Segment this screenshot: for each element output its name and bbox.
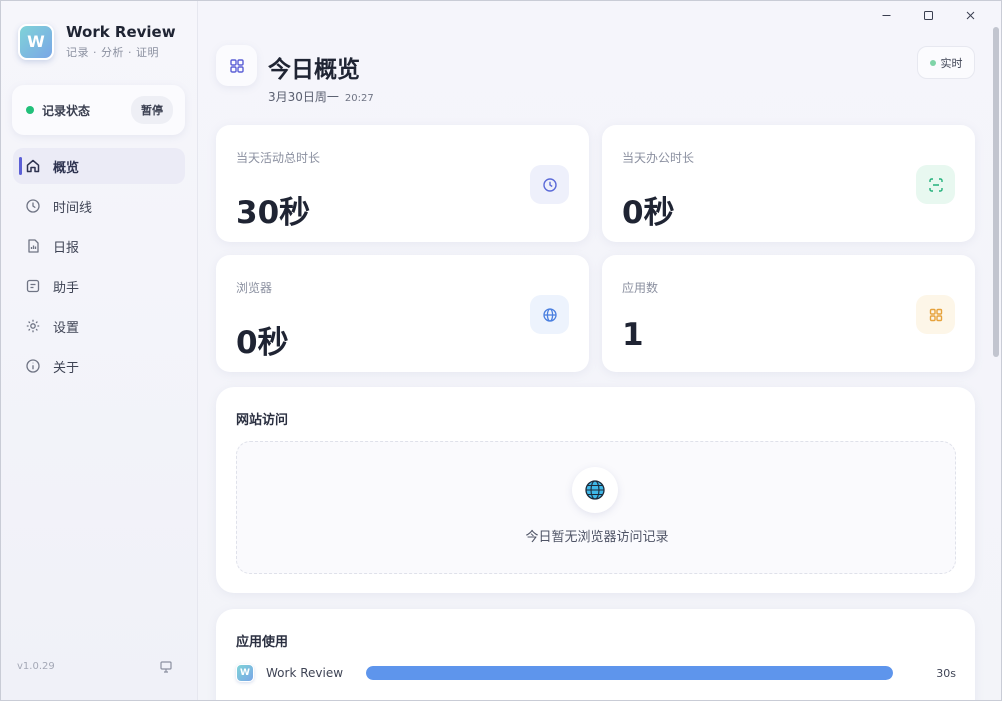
empty-state-text: 今日暂无浏览器访问记录 [525,530,669,545]
stat-value: 1 [622,317,644,353]
globe-icon [572,467,618,513]
gear-icon [25,318,41,334]
sidebar-item-assistant[interactable]: 助手 [13,268,185,304]
app-usage-bar [366,666,893,680]
report-icon [25,238,41,254]
grid-icon [916,295,955,334]
realtime-label: 实时 [940,56,963,70]
sidebar-item-label: 助手 [53,280,80,296]
clock-icon [530,165,569,204]
app-logo: W [236,664,254,682]
sidebar-nav: 概览 时间线 日报 助手 设置 关于 [13,148,185,388]
info-icon [25,358,41,374]
sidebar-item-report[interactable]: 日报 [13,228,185,264]
app-usage-panel: 应用使用 W Work Review 30s [216,609,975,700]
stat-label: 浏览器 [236,281,273,295]
realtime-badge[interactable]: 实时 [917,46,975,79]
sidebar-item-settings[interactable]: 设置 [13,308,185,344]
globe-icon [530,295,569,334]
recording-status-card: 记录状态 暂停 [12,85,185,135]
recording-status-dot [26,106,34,114]
sidebar: W Work Review 记录 · 分析 · 证明 记录状态 暂停 概览 时间… [1,1,198,700]
scrollbar-thumb[interactable] [993,27,999,357]
page-title: 今日概览 [268,57,360,83]
panel-title: 应用使用 [236,635,289,650]
pause-button[interactable]: 暂停 [131,96,173,124]
app-duration: 30s [936,666,956,680]
app-window: W Work Review 记录 · 分析 · 证明 记录状态 暂停 概览 时间… [0,0,1002,701]
app-name: Work Review [66,23,176,41]
main-content: 今日概览 3月30日周一 20:27 实时 当天活动总时长 30秒 当天办公时长 … [216,1,976,700]
sidebar-item-overview[interactable]: 概览 [13,148,185,184]
date-text: 3月30日周一 [268,90,339,104]
sidebar-item-about[interactable]: 关于 [13,348,185,384]
app-usage-row[interactable]: W Work Review 30s [236,663,956,683]
app-usage-bar-fill [366,666,893,680]
stat-label: 当天办公时长 [622,151,695,165]
brand: W Work Review 记录 · 分析 · 证明 [18,23,176,60]
sidebar-item-label: 关于 [53,360,80,376]
realtime-dot [929,59,936,66]
sidebar-item-label: 日报 [53,240,80,256]
page-date: 3月30日周一 20:27 [268,88,374,105]
stat-value: 0秒 [622,195,675,231]
app-name: Work Review [266,666,344,680]
stat-value: 30秒 [236,195,311,231]
stat-card-app-count: 应用数 1 [602,255,975,372]
recording-status-label: 记录状态 [42,103,91,118]
home-icon [25,158,41,174]
website-visits-panel: 网站访问 今日暂无浏览器访问记录 [216,387,975,593]
sidebar-item-timeline[interactable]: 时间线 [13,188,185,224]
monitor-icon[interactable] [159,660,173,674]
empty-state: 今日暂无浏览器访问记录 [236,441,956,574]
sidebar-item-label: 概览 [53,160,80,176]
stat-card-browser: 浏览器 0秒 [216,255,589,372]
panel-title: 网站访问 [236,413,289,428]
sidebar-item-label: 时间线 [53,200,93,216]
assistant-icon [25,278,41,294]
version-label: v1.0.29 [17,661,55,672]
stat-label: 当天活动总时长 [236,151,321,165]
app-logo: W [18,23,54,60]
sidebar-item-label: 设置 [53,320,80,336]
stat-label: 应用数 [622,281,659,295]
scan-icon [916,165,955,204]
stat-card-office-time: 当天办公时长 0秒 [602,125,975,242]
stat-card-total-activity: 当天活动总时长 30秒 [216,125,589,242]
time-text: 20:27 [344,93,374,104]
stat-value: 0秒 [236,325,289,361]
app-subtitle: 记录 · 分析 · 证明 [66,46,159,59]
clock-icon [25,198,41,214]
overview-grid-icon [216,45,257,86]
